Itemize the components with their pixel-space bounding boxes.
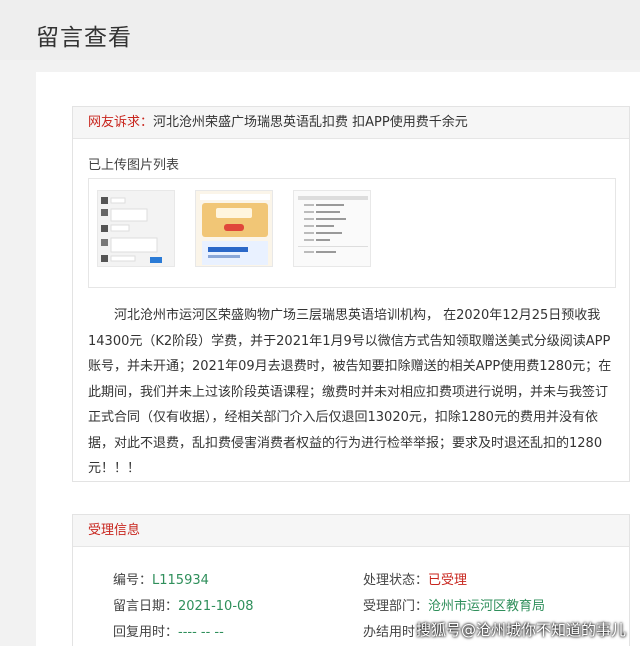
complaint-panel: 网友诉求：河北沧州荣盛广场瑞思英语乱扣费 扣APP使用费千余元 已上传图片列表: [72, 106, 630, 482]
status-row: 处理状态：已受理: [363, 569, 467, 588]
receipt-screenshot-icon: [294, 191, 370, 266]
date-row: 留言日期：2021-10-08: [113, 595, 254, 614]
page-header: 留言查看: [0, 0, 640, 60]
complaint-body: 河北沧州市运河区荣盛购物广场三层瑞思英语培训机构， 在2020年12月25日预收…: [88, 308, 612, 476]
dept-row: 受理部门：沧州市运河区教育局: [363, 595, 545, 614]
complaint-subject: 河北沧州荣盛广场瑞思英语乱扣费 扣APP使用费千余元: [153, 115, 468, 130]
status-badge: 已受理: [428, 573, 468, 588]
reply-time-row: 回复用时：---- -- --: [113, 621, 224, 640]
content-area: 网友诉求：河北沧州荣盛广场瑞思英语乱扣费 扣APP使用费千余元 已上传图片列表: [36, 72, 640, 646]
page-title: 留言查看: [36, 25, 132, 51]
number-label: 编号：: [113, 573, 153, 588]
dept-label: 受理部门：: [363, 599, 429, 614]
chat-screenshot-icon: [98, 191, 174, 266]
dept-value: 沧州市运河区教育局: [428, 599, 546, 614]
watermark: 搜狐号@沧州城你不知道的事儿: [415, 621, 626, 639]
uploaded-images-label: 已上传图片列表: [88, 158, 180, 173]
complaint-header: 网友诉求：河北沧州荣盛广场瑞思英语乱扣费 扣APP使用费千余元: [73, 107, 629, 139]
date-label: 留言日期：: [113, 599, 179, 614]
reply-time-value: ---- -- --: [178, 625, 224, 640]
image-thumbnail[interactable]: [195, 190, 273, 267]
status-label: 处理状态：: [363, 573, 429, 588]
image-thumbnail[interactable]: [293, 190, 371, 267]
complaint-prefix: 网友诉求：: [88, 115, 154, 130]
date-value: 2021-10-08: [178, 599, 254, 614]
number-value: L115934: [152, 573, 209, 588]
image-thumbnail[interactable]: [97, 190, 175, 267]
image-list: [88, 178, 616, 288]
acceptance-header: 受理信息: [73, 515, 629, 547]
number-row: 编号：L115934: [113, 569, 209, 588]
acceptance-title: 受理信息: [88, 523, 141, 538]
reply-time-label: 回复用时：: [113, 625, 179, 640]
app-promo-screenshot-icon: [196, 191, 272, 266]
